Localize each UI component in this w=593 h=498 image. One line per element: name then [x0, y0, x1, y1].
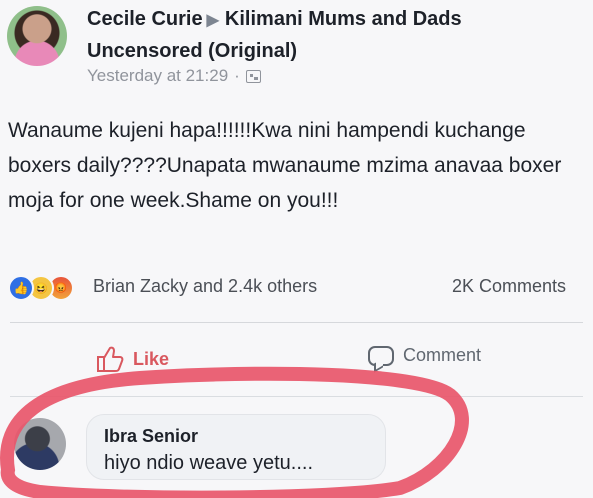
- reaction-icons[interactable]: 👍 😆 😡: [8, 275, 74, 301]
- post-body: Wanaume kujeni hapa!!!!!!Kwa nini hampen…: [8, 119, 562, 212]
- post-header: Cecile Curie ▶ Kilimani Mums and Dads Unce…: [87, 4, 582, 66]
- like-reaction-icon: 👍: [8, 275, 34, 301]
- reactors-summary[interactable]: Brian Zacky and 2.4k others: [93, 276, 317, 297]
- comment-button[interactable]: Comment: [368, 345, 481, 366]
- post-timestamp[interactable]: Yesterday at 21:29: [87, 66, 228, 86]
- comments-count[interactable]: 2K Comments: [452, 276, 566, 297]
- speech-bubble-icon: [368, 345, 394, 366]
- author-avatar[interactable]: [7, 6, 67, 66]
- divider: [10, 322, 583, 323]
- right-triangle-icon: ▶: [206, 12, 219, 29]
- facebook-post: Cecile Curie ▶ Kilimani Mums and Dads Unce…: [0, 0, 593, 498]
- author-name[interactable]: Cecile Curie: [87, 8, 203, 30]
- comment-label: Comment: [403, 345, 482, 365]
- group-icon: [245, 69, 261, 83]
- meta-separator: ·: [234, 66, 240, 85]
- like-label: Like: [133, 348, 170, 369]
- like-button[interactable]: Like: [95, 345, 169, 373]
- commenter-avatar[interactable]: [14, 418, 66, 470]
- thumbs-up-icon: [97, 346, 124, 372]
- divider: [10, 396, 583, 397]
- comment-text: hiyo ndio weave yetu....: [104, 452, 314, 474]
- commenter-name[interactable]: Ibra Senior: [104, 426, 198, 447]
- post-meta: Yesterday at 21:29 ·: [87, 66, 261, 86]
